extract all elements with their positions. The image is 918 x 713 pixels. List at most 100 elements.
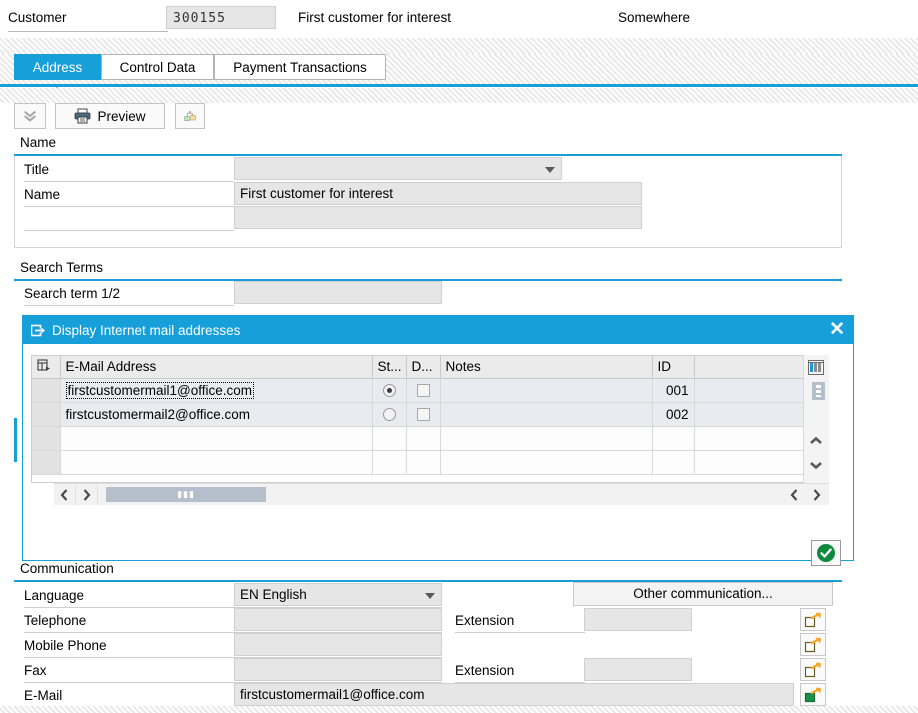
cell-deleted[interactable] (406, 402, 440, 426)
standard-radio[interactable] (383, 408, 396, 421)
cell-notes[interactable] (440, 450, 652, 474)
email-table: E-Mail Address St... D... Notes ID (31, 355, 821, 483)
cell-standard[interactable] (372, 378, 406, 402)
sap-customer-address-screen: Customer 300155 First customer for inter… (0, 0, 918, 713)
cell-notes[interactable] (440, 426, 652, 450)
telephone-input[interactable] (234, 608, 442, 631)
column-header-select-all[interactable] (32, 356, 60, 378)
bottom-hatch-strip (0, 706, 918, 713)
telephone-nav-button[interactable] (800, 608, 826, 631)
cell-email[interactable] (60, 426, 372, 450)
fax-label: Fax (24, 658, 47, 683)
title-label: Title (24, 157, 49, 182)
tab-payment-transactions[interactable]: Payment Transactions (214, 54, 386, 80)
close-icon[interactable]: ✕ (829, 319, 845, 341)
title-select[interactable] (234, 157, 562, 180)
search-term-underline (24, 305, 234, 306)
scroll-left-button-right[interactable] (783, 484, 805, 505)
cell-standard[interactable] (372, 402, 406, 426)
column-header-notes[interactable]: Notes (440, 356, 652, 378)
search-term-input[interactable] (234, 281, 442, 304)
deleted-checkbox[interactable] (417, 408, 430, 421)
content-toolbar: Preview (8, 103, 912, 133)
export-box-icon (31, 324, 46, 337)
table-row[interactable] (32, 450, 820, 474)
scroll-up-button[interactable] (805, 431, 827, 451)
cell-deleted[interactable] (406, 450, 440, 474)
table-header-row: E-Mail Address St... D... Notes ID (32, 356, 820, 378)
dialog-body: E-Mail Address St... D... Notes ID (23, 344, 853, 560)
cell-notes[interactable] (440, 378, 652, 402)
fax-input[interactable] (234, 658, 442, 681)
group-left-edge-accent (14, 418, 17, 462)
scroll-right-button-right[interactable] (805, 484, 827, 505)
cell-id (652, 426, 694, 450)
fax-extension-label: Extension (455, 658, 514, 683)
email-input[interactable]: firstcustomermail1@office.com (234, 683, 794, 706)
cell-deleted[interactable] (406, 426, 440, 450)
fax-extension-input[interactable] (584, 658, 692, 681)
row-select-cell[interactable] (32, 426, 60, 450)
expand-all-button[interactable] (14, 103, 46, 129)
table-row[interactable]: firstcustomermail2@office.com 002 (32, 402, 820, 426)
chevron-right-icon (82, 489, 91, 501)
email-addresses-dialog: Display Internet mail addresses ✕ (22, 315, 854, 561)
language-select[interactable]: EN English (234, 583, 442, 606)
column-header-deleted[interactable]: D... (406, 356, 440, 378)
table-row[interactable] (32, 426, 820, 450)
telephone-extension-input[interactable] (584, 608, 692, 631)
scroll-right-button[interactable] (76, 484, 98, 505)
chevron-left-icon (790, 489, 799, 501)
column-header-standard[interactable]: St... (372, 356, 406, 378)
tab-control-data[interactable]: Control Data (101, 54, 214, 80)
customer-number-field[interactable]: 300155 (166, 6, 276, 29)
table-menu-button[interactable] (807, 381, 829, 401)
dialog-title-text: Display Internet mail addresses (52, 323, 240, 338)
tab-bar-rule (0, 84, 918, 87)
customer-city-text: Somewhere (618, 10, 690, 25)
row-select-cell[interactable] (32, 378, 60, 402)
cell-email[interactable] (60, 450, 372, 474)
cell-filler (694, 402, 820, 426)
tab-bar: Address Control Data Payment Transaction… (0, 54, 918, 88)
row-select-cell[interactable] (32, 402, 60, 426)
email-table-grid: E-Mail Address St... D... Notes ID (32, 356, 820, 475)
hierarchy-button[interactable] (175, 103, 205, 129)
name-group: Name (14, 134, 842, 156)
deleted-checkbox[interactable] (417, 384, 430, 397)
table-settings-button[interactable] (805, 357, 827, 377)
tab-address[interactable]: Address (14, 54, 101, 80)
customer-header: Customer 300155 First customer for inter… (0, 0, 918, 38)
fax-nav-button[interactable] (800, 658, 826, 681)
cell-email[interactable]: firstcustomermail2@office.com (60, 402, 372, 426)
communication-group-title: Communication (14, 560, 842, 580)
chevron-left-icon (60, 489, 69, 501)
cell-email[interactable]: firstcustomermail1@office.com (60, 378, 372, 402)
row-select-cell[interactable] (32, 450, 60, 474)
chevron-down-icon (545, 167, 555, 173)
mobile-input[interactable] (234, 633, 442, 656)
cell-standard[interactable] (372, 426, 406, 450)
column-header-id[interactable]: ID (652, 356, 694, 378)
mobile-nav-button[interactable] (800, 633, 826, 656)
scroll-left-button[interactable] (54, 484, 76, 505)
column-header-email[interactable]: E-Mail Address (60, 356, 372, 378)
cell-deleted[interactable] (406, 378, 440, 402)
name2-input[interactable] (234, 206, 642, 229)
language-select-value: EN English (240, 587, 307, 602)
standard-radio[interactable] (383, 384, 396, 397)
table-settings-icon (808, 360, 824, 375)
cell-notes[interactable] (440, 402, 652, 426)
tab-control-data-label: Control Data (120, 60, 196, 75)
preview-button[interactable]: Preview (55, 103, 165, 129)
email-nav-button[interactable] (800, 683, 826, 706)
search-term-label: Search term 1/2 (24, 281, 120, 306)
cell-email-text: firstcustomermail1@office.com (66, 382, 255, 399)
cell-standard[interactable] (372, 450, 406, 474)
table-row[interactable]: firstcustomermail1@office.com 001 (32, 378, 820, 402)
name-input[interactable]: First customer for interest (234, 182, 642, 205)
table-horizontal-scrollbar[interactable]: ▮▮▮ (54, 483, 829, 505)
other-communication-button[interactable]: Other communication... (573, 582, 833, 606)
scroll-down-button[interactable] (805, 455, 827, 475)
scrollbar-thumb[interactable]: ▮▮▮ (106, 487, 266, 502)
